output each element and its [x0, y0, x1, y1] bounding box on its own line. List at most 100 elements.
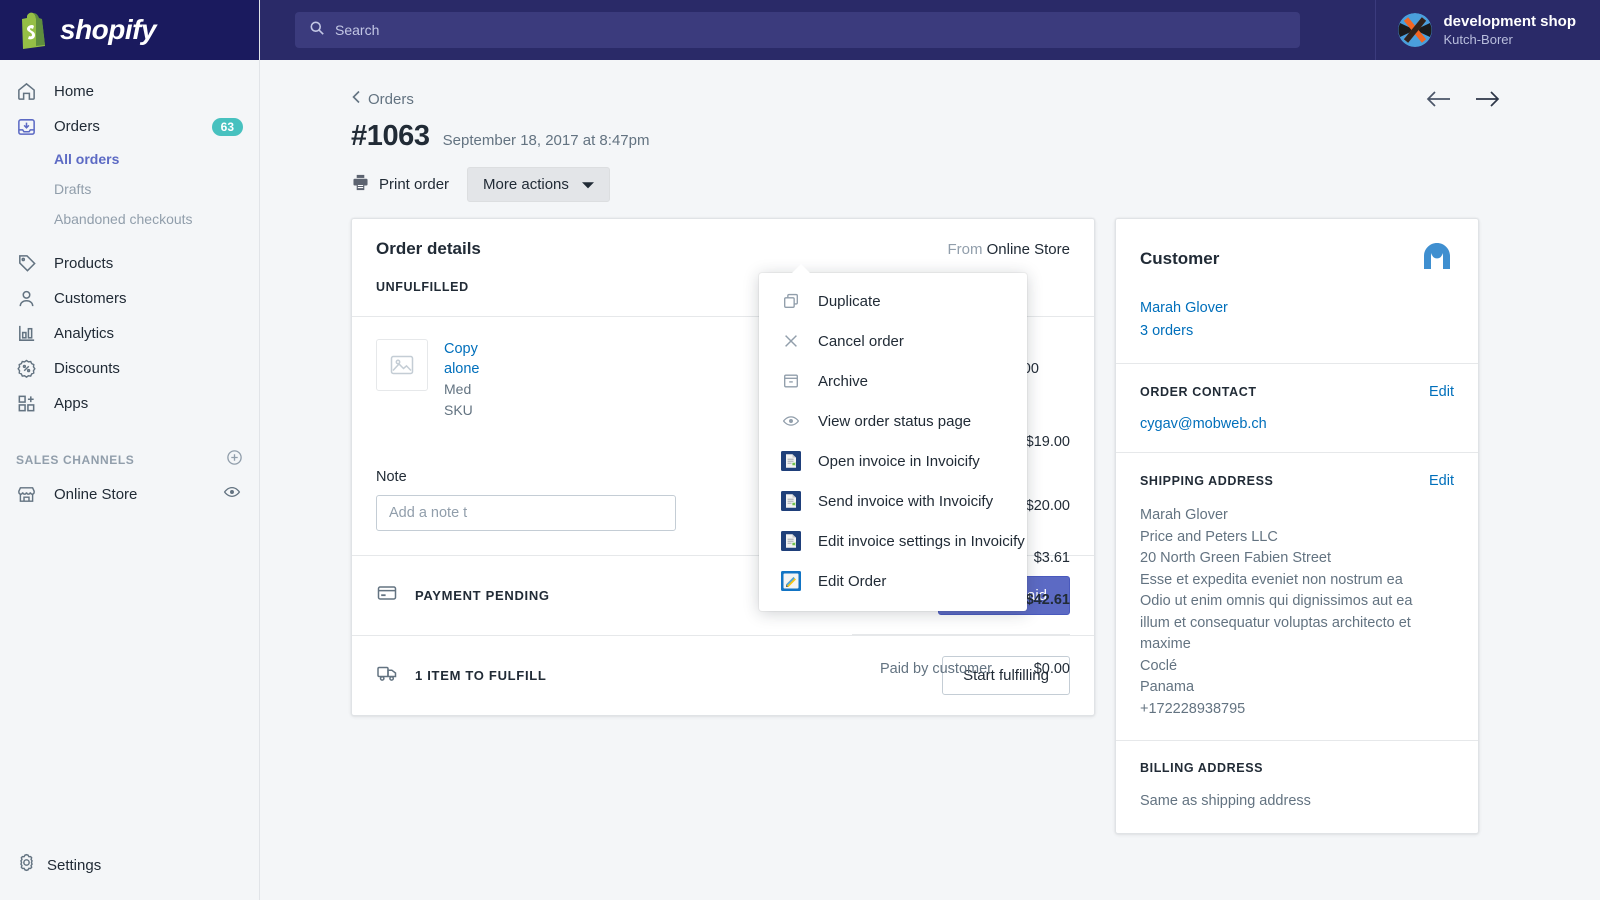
- page-title: #1063: [351, 120, 430, 153]
- sidebar-item-drafts[interactable]: Drafts: [0, 174, 259, 204]
- line-item-info: Copy alone Med SKU: [444, 339, 479, 421]
- address-line: Marah Glover: [1140, 505, 1454, 527]
- action-row: Print order More actions: [351, 167, 610, 202]
- payment-status-label: PAYMENT PENDING: [415, 588, 550, 603]
- customer-title: Customer: [1140, 249, 1219, 269]
- storefront-icon: [16, 484, 44, 506]
- sales-channels-label: SALES CHANNELS: [16, 453, 134, 467]
- search-input[interactable]: Search: [295, 12, 1300, 48]
- billing-address-text: Same as shipping address: [1140, 791, 1454, 813]
- menu-item-label: Edit invoice settings in Invoicify: [818, 533, 1025, 550]
- shipping-address-section: SHIPPING ADDRESS Edit Marah Glover Price…: [1116, 452, 1478, 740]
- menu-item-duplicate[interactable]: Duplicate: [759, 281, 1027, 321]
- sidebar-item-home[interactable]: Home: [0, 74, 259, 109]
- line-item-title-2[interactable]: alone: [444, 359, 479, 379]
- menu-item-label: Open invoice in Invoicify: [818, 453, 980, 470]
- address-line: Odio ut enim omnis qui dignissimos aut e…: [1140, 591, 1454, 613]
- sidebar-item-abandoned-checkouts[interactable]: Abandoned checkouts: [0, 204, 259, 234]
- paid-value: $0.00: [992, 661, 1070, 677]
- print-order-button[interactable]: Print order: [351, 173, 449, 196]
- top-bar: Search development shop Kutch-Borer: [260, 0, 1600, 60]
- breadcrumb[interactable]: Orders: [351, 90, 414, 108]
- menu-item-view-order-status-page[interactable]: View order status page: [759, 401, 1027, 441]
- search-icon: [309, 20, 325, 41]
- paid-by-customer-row: Paid by customer $0.00: [852, 661, 1070, 677]
- shipping-address-lines: Marah Glover Price and Peters LLC 20 Nor…: [1140, 505, 1454, 720]
- edit-order-contact-link[interactable]: Edit: [1429, 384, 1454, 400]
- percent-badge-icon: [16, 358, 44, 380]
- edit-order-app-icon: [781, 571, 801, 591]
- menu-item-label: View order status page: [818, 413, 971, 430]
- plus-circle-icon[interactable]: [226, 449, 243, 471]
- chevron-down-icon: [582, 176, 594, 193]
- customer-avatar-icon: [1420, 239, 1454, 278]
- menu-item-open-invoice-in-invoicify[interactable]: Open invoice in Invoicify: [759, 441, 1027, 481]
- edit-shipping-address-link[interactable]: Edit: [1429, 473, 1454, 489]
- order-contact-heading: ORDER CONTACT: [1140, 385, 1257, 399]
- apps-grid-plus-icon: [16, 393, 44, 415]
- tag-icon: [16, 253, 44, 275]
- menu-item-edit-order[interactable]: Edit Order: [759, 561, 1027, 601]
- printer-icon: [351, 173, 370, 196]
- menu-item-label: Cancel order: [818, 333, 904, 350]
- address-line: maxime: [1140, 634, 1454, 656]
- menu-item-archive[interactable]: Archive: [759, 361, 1027, 401]
- invoicify-document-icon: [781, 451, 801, 471]
- orders-inbox-icon: [16, 116, 44, 138]
- sidebar-item-products[interactable]: Products: [0, 246, 259, 281]
- menu-item-label: Edit Order: [818, 573, 886, 590]
- orders-count-badge: 63: [212, 118, 243, 136]
- shop-name: development shop: [1443, 13, 1576, 31]
- menu-item-send-invoice-with-invoicify[interactable]: Send invoice with Invoicify: [759, 481, 1027, 521]
- address-line: +172228938795: [1140, 699, 1454, 721]
- menu-item-cancel-order[interactable]: Cancel order: [759, 321, 1027, 361]
- archive-icon: [781, 372, 801, 390]
- bar-chart-icon: [16, 323, 44, 345]
- address-line: Coclé: [1140, 656, 1454, 678]
- order-title-row: #1063 September 18, 2017 at 8:47pm: [351, 120, 649, 153]
- more-actions-button[interactable]: More actions: [467, 167, 610, 202]
- address-line: Esse et expedita eveniet non nostrum ea: [1140, 570, 1454, 592]
- breadcrumb-label: Orders: [368, 91, 414, 108]
- sidebar-item-customers[interactable]: Customers: [0, 281, 259, 316]
- eye-icon[interactable]: [223, 483, 241, 506]
- invoicify-document-icon: [781, 531, 801, 551]
- menu-item-edit-invoice-settings-in-invoicify[interactable]: Edit invoice settings in Invoicify: [759, 521, 1027, 561]
- sub-item-label: All orders: [54, 151, 119, 167]
- arrow-left-icon[interactable]: [1426, 88, 1452, 115]
- sidebar-item-label: Settings: [47, 857, 101, 874]
- sidebar-item-online-store[interactable]: Online Store: [0, 477, 259, 512]
- customer-orders-link[interactable]: 3 orders: [1140, 320, 1454, 343]
- menu-item-label: Duplicate: [818, 293, 881, 310]
- print-order-label: Print order: [379, 176, 449, 193]
- sidebar-item-discounts[interactable]: Discounts: [0, 351, 259, 386]
- sidebar-item-settings[interactable]: Settings: [0, 848, 259, 882]
- home-icon: [16, 81, 44, 103]
- sidebar-item-label: Orders: [54, 118, 100, 135]
- note-input[interactable]: Add a note t: [376, 495, 676, 531]
- fulfillment-items-label: 1 ITEM TO FULFILL: [415, 668, 547, 683]
- address-line: Price and Peters LLC: [1140, 527, 1454, 549]
- customer-name-link[interactable]: Marah Glover: [1140, 297, 1454, 320]
- line-item-title-1[interactable]: Copy: [444, 339, 479, 359]
- sidebar-nav-list: Home Orders 63 All orders Drafts Aba: [0, 60, 259, 421]
- image-placeholder-icon: [376, 339, 428, 391]
- sidebar-item-all-orders[interactable]: All orders: [0, 144, 259, 174]
- sub-item-label: Drafts: [54, 181, 91, 197]
- sidebar-item-analytics[interactable]: Analytics: [0, 316, 259, 351]
- sidebar-item-orders[interactable]: Orders 63: [0, 109, 259, 144]
- menu-item-label: Send invoice with Invoicify: [818, 493, 993, 510]
- paid-label: Paid by customer: [880, 661, 992, 677]
- shopify-bag-icon: [16, 11, 50, 49]
- arrow-right-icon[interactable]: [1474, 88, 1500, 115]
- more-actions-label: More actions: [483, 176, 569, 193]
- shopify-brand-header[interactable]: shopify: [0, 0, 259, 60]
- customer-email-link[interactable]: cygav@mobweb.ch: [1140, 416, 1454, 432]
- shop-account-menu[interactable]: development shop Kutch-Borer: [1375, 0, 1600, 60]
- search-placeholder: Search: [335, 22, 379, 38]
- customer-card: Customer Marah Glover 3 orders: [1115, 218, 1479, 834]
- sidebar-item-apps[interactable]: Apps: [0, 386, 259, 421]
- gear-icon: [16, 852, 37, 878]
- shopify-admin-app: shopify Home Orders 63: [0, 0, 1600, 900]
- sales-channels-heading: SALES CHANNELS: [0, 443, 259, 477]
